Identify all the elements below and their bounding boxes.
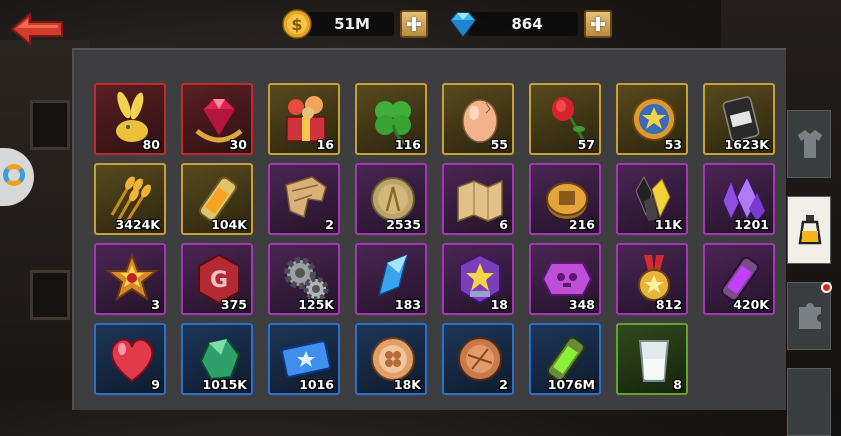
inventory-slot[interactable]: 18K (355, 323, 427, 395)
inventory-slot[interactable]: 104K (181, 163, 253, 235)
item-count: 6 (499, 217, 508, 232)
inventory-slot[interactable]: 1015K (181, 323, 253, 395)
item-count: 9 (151, 377, 160, 392)
shirt-icon (798, 130, 822, 158)
inventory-grid: 80 30 16 116 55 57 53 1623K 3424K 104K 2 2535 6 216 11… (94, 83, 775, 395)
item-count: 1015K (202, 377, 247, 392)
svg-text:G: G (210, 268, 228, 293)
item-count: 375 (220, 297, 247, 312)
inventory-slot[interactable]: 1076M (529, 323, 601, 395)
inventory-slot[interactable]: 6 (442, 163, 514, 235)
item-count: 812 (655, 297, 682, 312)
inventory-slot[interactable]: 2535 (355, 163, 427, 235)
diamond-icon (450, 12, 476, 37)
inventory-slot[interactable]: 55 (442, 83, 514, 155)
inventory-slot[interactable]: G 375 (181, 243, 253, 315)
inventory-panel: 80 30 16 116 55 57 53 1623K 3424K 104K 2 2535 6 216 11… (72, 48, 786, 410)
inventory-slot[interactable]: 348 (529, 243, 601, 315)
inventory-slot[interactable]: 9 (94, 323, 166, 395)
inventory-slot[interactable]: 812 (616, 243, 688, 315)
inventory-slot[interactable]: 183 (355, 243, 427, 315)
item-count: 11K (654, 217, 682, 232)
inventory-slot[interactable]: 1016 (268, 323, 340, 395)
back-button[interactable] (10, 11, 64, 47)
inventory-slot[interactable]: 3424K (94, 163, 166, 235)
inventory-slot[interactable]: 2 (442, 323, 514, 395)
background-window (30, 100, 70, 150)
back-arrow-icon (10, 11, 63, 47)
add-gems-button[interactable] (584, 10, 612, 38)
item-count: 3424K (115, 217, 160, 232)
inventory-slot[interactable]: 80 (94, 83, 166, 155)
inventory-slot[interactable]: 8 (616, 323, 688, 395)
item-count: 1623K (724, 137, 769, 152)
item-count: 57 (577, 137, 595, 152)
tab-more[interactable] (787, 368, 831, 436)
item-count: 183 (394, 297, 421, 312)
item-count: 53 (664, 137, 682, 152)
gem-amount: 864 (468, 12, 578, 36)
item-count: 116 (394, 137, 421, 152)
background-window (30, 270, 70, 320)
item-count: 2 (325, 217, 334, 232)
item-count: 30 (229, 137, 247, 152)
inventory-slot[interactable]: 16 (268, 83, 340, 155)
item-count: 55 (490, 137, 508, 152)
inventory-slot[interactable]: 3 (94, 243, 166, 315)
notification-badge (821, 282, 832, 293)
item-count: 1076M (547, 377, 595, 392)
item-count: 16 (316, 137, 334, 152)
inventory-slot[interactable]: 11K (616, 163, 688, 235)
item-count: 3 (151, 297, 160, 312)
item-count: 18 (490, 297, 508, 312)
inventory-slot[interactable]: 125K (268, 243, 340, 315)
inventory-slot[interactable]: 1623K (703, 83, 775, 155)
inventory-slot[interactable]: 2 (268, 163, 340, 235)
item-count: 104K (211, 217, 247, 232)
puzzle-icon (799, 303, 821, 329)
inventory-slot[interactable]: 420K (703, 243, 775, 315)
item-count: 8 (673, 377, 682, 392)
item-count: 348 (568, 297, 595, 312)
coin-amount: 51M (302, 12, 394, 36)
inventory-slot[interactable]: 57 (529, 83, 601, 155)
item-count: 1201 (734, 217, 769, 232)
item-count: 80 (142, 137, 160, 152)
add-coins-button[interactable] (400, 10, 428, 38)
inventory-slot[interactable]: 216 (529, 163, 601, 235)
svg-text:$: $ (291, 15, 302, 34)
coin-counter: $ 51M (282, 8, 428, 40)
item-count: 420K (733, 297, 769, 312)
item-count: 1016 (299, 377, 334, 392)
item-count: 18K (393, 377, 421, 392)
tab-items[interactable] (787, 196, 831, 264)
item-count: 2 (499, 377, 508, 392)
gem-counter: 864 (448, 8, 612, 40)
item-count: 125K (298, 297, 334, 312)
inventory-slot[interactable]: 18 (442, 243, 514, 315)
tab-outfit[interactable] (787, 110, 831, 178)
potion-icon (798, 215, 822, 245)
item-count: 216 (568, 217, 595, 232)
inventory-slot[interactable]: 53 (616, 83, 688, 155)
item-count: 2535 (386, 217, 421, 232)
inventory-slot[interactable]: 30 (181, 83, 253, 155)
inventory-slot[interactable]: 116 (355, 83, 427, 155)
inventory-slot[interactable]: 1201 (703, 163, 775, 235)
gold-coin-icon: $ (282, 9, 312, 39)
